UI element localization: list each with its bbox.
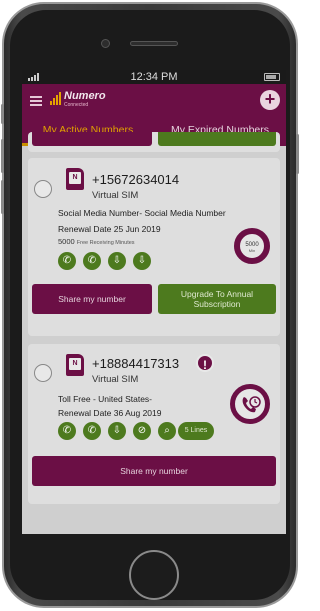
- front-camera: [101, 39, 110, 48]
- status-bar: 12:34 PM: [22, 70, 286, 84]
- number-description: Social Media Number- Social Media Number: [58, 208, 226, 218]
- app-logo: Numero Connected: [50, 91, 106, 108]
- minutes-value: 5000: [58, 237, 75, 246]
- app-screen: 12:34 PM Numero Connected + My Active Nu…: [22, 70, 286, 534]
- phone-number: +18884417313: [92, 356, 180, 371]
- voicemail-icon[interactable]: ⌕: [158, 422, 176, 440]
- add-icon: +: [264, 89, 276, 109]
- download-icon[interactable]: ⇩: [108, 422, 126, 440]
- call-forward-icon[interactable]: ✆: [83, 252, 101, 270]
- voicemail-download-icon[interactable]: ⇩: [133, 252, 151, 270]
- select-radio[interactable]: [34, 364, 52, 382]
- previous-card: [28, 132, 280, 152]
- minutes-ring: 5000 Min: [234, 228, 270, 264]
- numbers-list[interactable]: N +15672634014 Virtual SIM Social Media …: [22, 132, 286, 534]
- number-card: N +15672634014 Virtual SIM Social Media …: [28, 158, 280, 336]
- logo-subtitle: Connected: [64, 102, 89, 108]
- call-forward-icon[interactable]: ✆: [83, 422, 101, 440]
- status-time: 12:34 PM: [130, 71, 178, 83]
- sim-icon: N: [66, 168, 84, 190]
- earpiece-speaker: [130, 41, 178, 46]
- renewal-date: Renewal Date 25 Jun 2019: [58, 224, 161, 234]
- lines-badge[interactable]: 5 Lines: [178, 422, 214, 440]
- add-number-button[interactable]: +: [260, 90, 280, 110]
- upgrade-subscription-button[interactable]: Upgrade To Annual Subscription: [158, 284, 276, 314]
- minutes-label: Free Receiving Minutes: [76, 240, 135, 246]
- number-card: N +18884417313 ! Virtual SIM Toll Free -…: [28, 344, 280, 504]
- minutes-info: 5000 Free Receiving Minutes: [58, 237, 135, 246]
- no-sms-icon[interactable]: ⊘: [133, 422, 151, 440]
- call-history-icon[interactable]: [230, 384, 270, 424]
- volume-down-button: [1, 180, 4, 214]
- app-bar: Numero Connected +: [22, 84, 286, 118]
- power-button: [296, 134, 299, 174]
- signal-icon: [28, 73, 39, 81]
- number-description: Toll Free - United States-: [58, 394, 153, 404]
- number-type: Virtual SIM: [92, 374, 139, 385]
- call-icon[interactable]: ✆: [58, 252, 76, 270]
- renewal-date: Renewal Date 36 Aug 2019: [58, 408, 162, 418]
- ring-unit: Min: [248, 248, 256, 253]
- warning-icon[interactable]: !: [196, 354, 214, 372]
- number-type: Virtual SIM: [92, 190, 139, 201]
- phone-frame: 12:34 PM Numero Connected + My Active Nu…: [1, 2, 299, 608]
- select-radio[interactable]: [34, 180, 52, 198]
- volume-up-button: [1, 139, 4, 173]
- mute-switch: [1, 104, 4, 124]
- sim-icon: N: [66, 354, 84, 376]
- share-number-button[interactable]: Share my number: [32, 456, 276, 486]
- logo-signal-icon: [50, 91, 61, 105]
- download-icon[interactable]: ⇩: [108, 252, 126, 270]
- battery-icon: [264, 73, 280, 81]
- share-number-button[interactable]: Share my number: [32, 284, 152, 314]
- menu-icon[interactable]: [30, 96, 42, 106]
- home-button[interactable]: [129, 550, 179, 600]
- logo-text: Numero: [64, 90, 106, 102]
- phone-number: +15672634014: [92, 172, 180, 187]
- call-icon[interactable]: ✆: [58, 422, 76, 440]
